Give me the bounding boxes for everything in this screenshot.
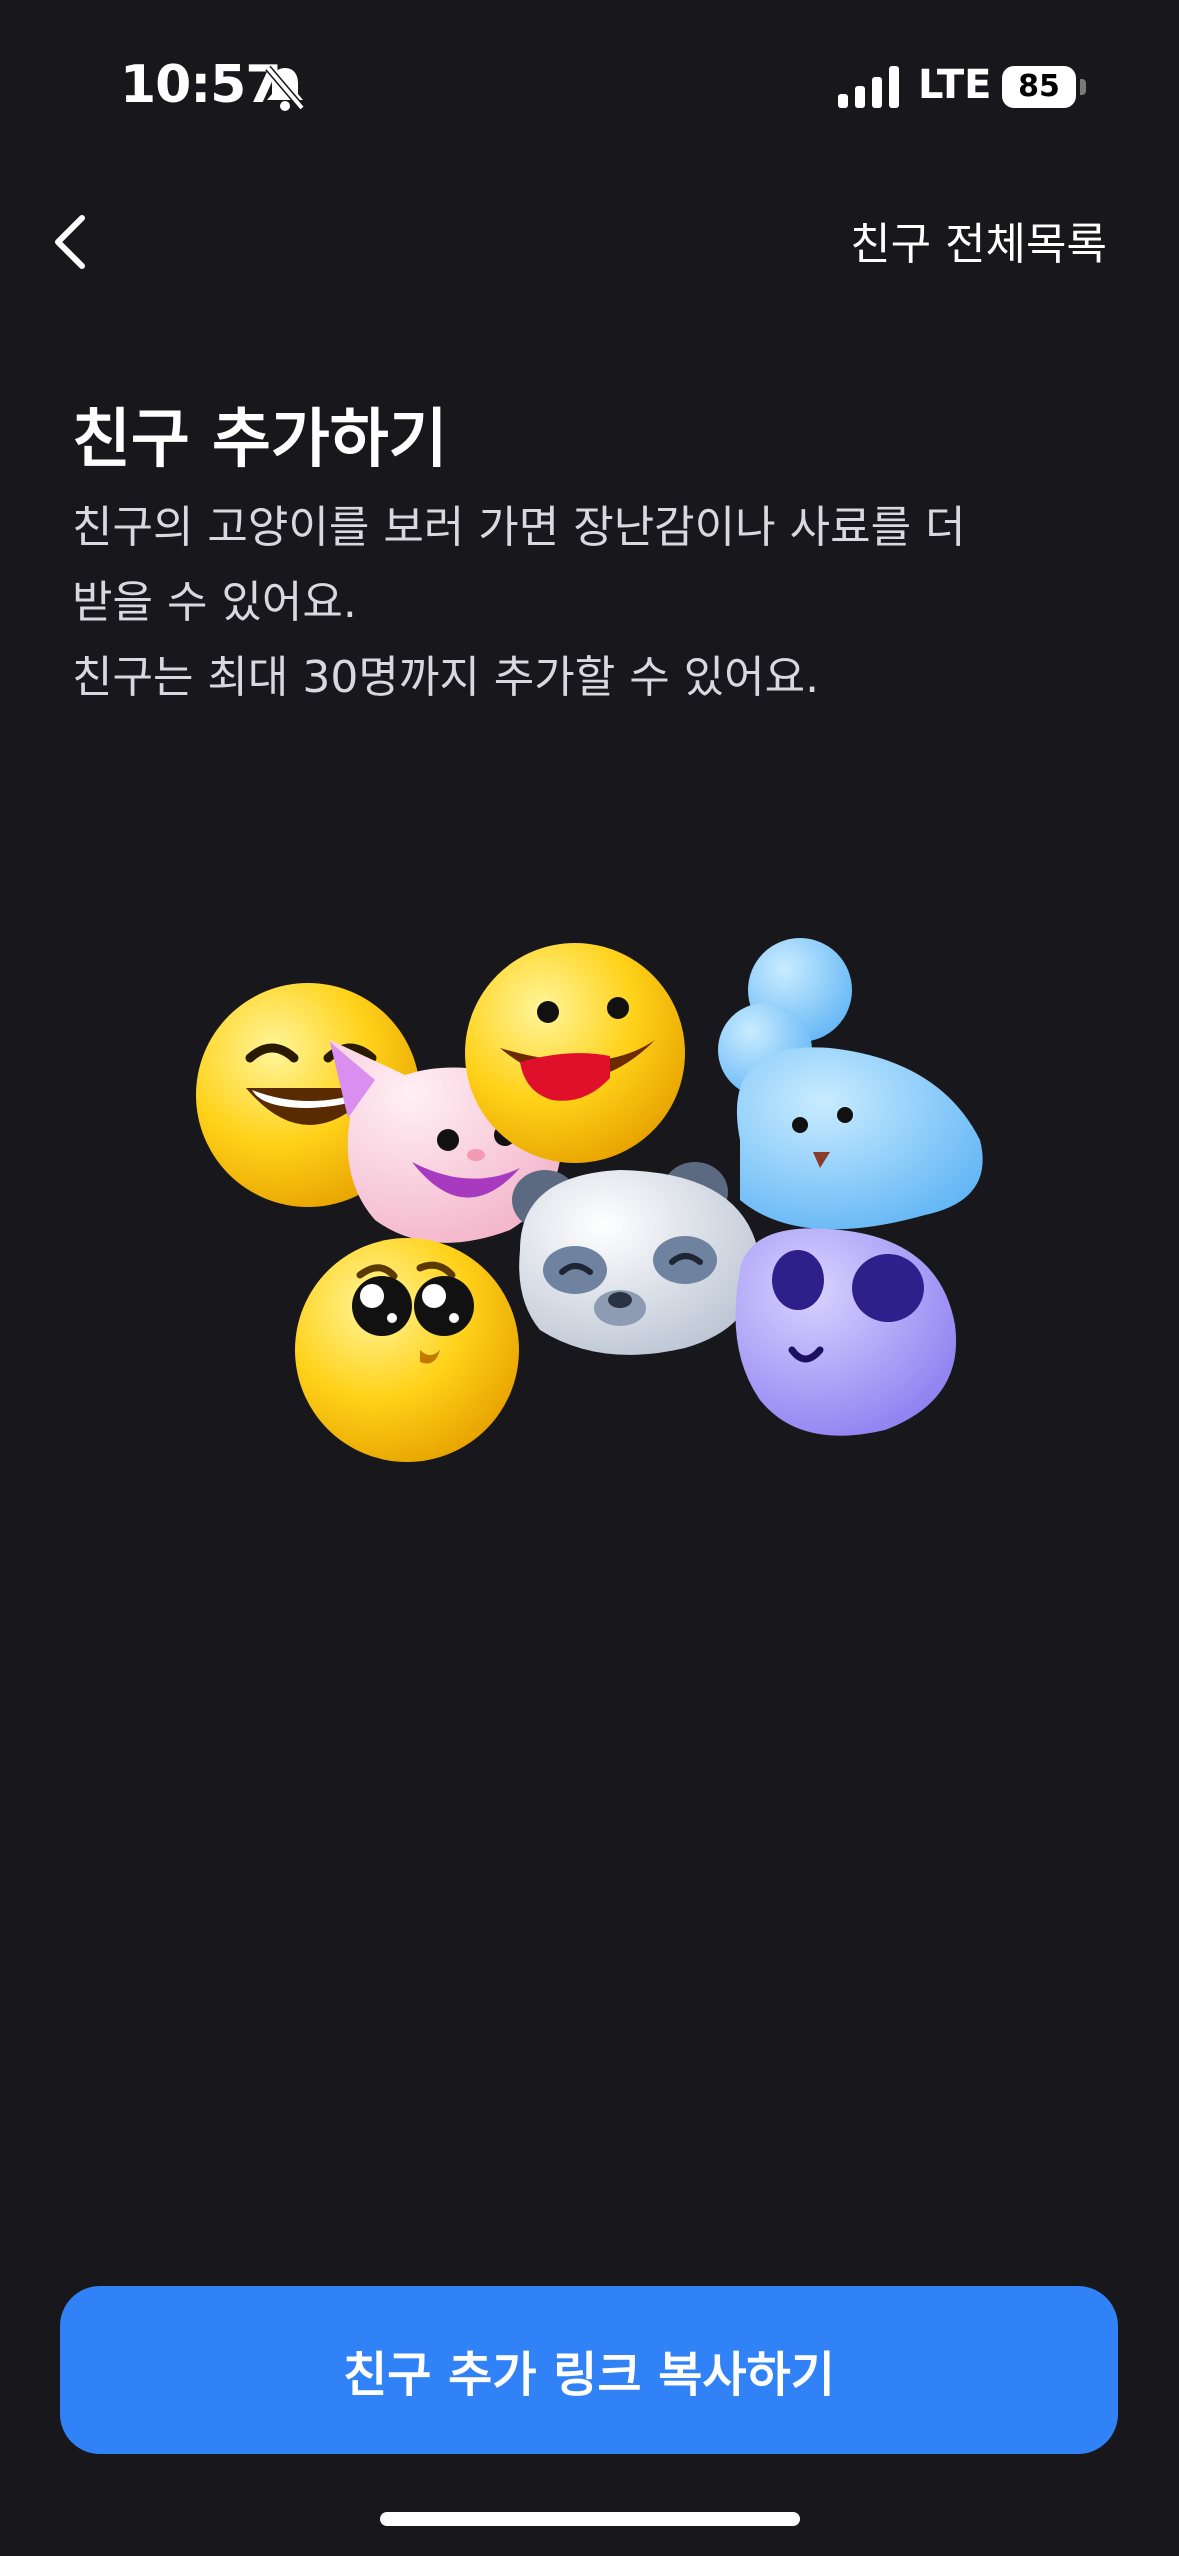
friends-illustration (196, 938, 983, 1462)
mouse-icon (718, 938, 983, 1230)
status-bar: 10:57 LTE 85 (0, 0, 1179, 175)
copy-friend-link-button[interactable]: 친구 추가 링크 복사하기 (60, 2286, 1118, 2454)
panda-icon (512, 1162, 759, 1355)
description-line: 받을 수 있어요. (72, 577, 357, 628)
friend-list-link[interactable]: 친구 전체목록 (850, 208, 1107, 272)
bell-slash-icon (265, 65, 305, 111)
network-type: LTE (918, 62, 992, 108)
signal-icon (838, 66, 899, 108)
status-time: 10:57 (120, 55, 282, 115)
page-title: 친구 추가하기 (72, 403, 448, 477)
alien-icon (735, 1228, 957, 1436)
pleading-emoji-icon (295, 1238, 519, 1462)
home-indicator (380, 2512, 800, 2526)
description-line: 친구의 고양이를 보러 가면 장난감이나 사료를 더 (72, 502, 966, 553)
description: 친구의 고양이를 보러 가면 장난감이나 사료를 더 받을 수 있어요. 친구는… (72, 490, 1112, 715)
battery-icon: 85 (1002, 66, 1088, 108)
chevron-left-icon (55, 215, 85, 269)
battery-level: 85 (1018, 69, 1060, 104)
description-line: 친구는 최대 30명까지 추가할 수 있어요. (72, 652, 820, 703)
back-button[interactable] (40, 200, 104, 284)
tongue-emoji-icon (465, 943, 685, 1163)
